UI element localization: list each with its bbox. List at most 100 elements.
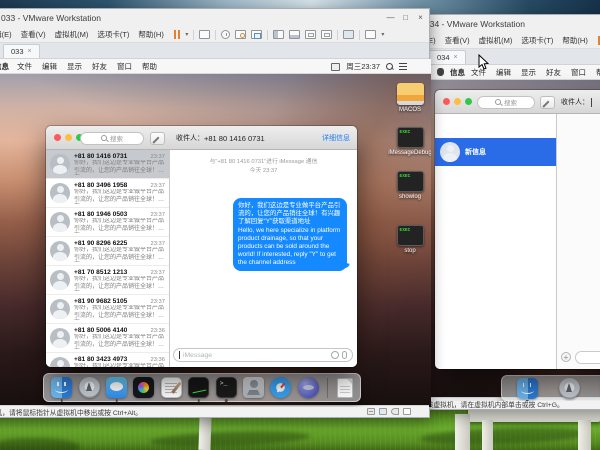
macos-app-name[interactable]: 信息 [0, 61, 9, 72]
spotlight-icon[interactable] [386, 63, 393, 70]
vm-tab-034[interactable]: 034 × [429, 50, 466, 64]
macos-menu-编辑[interactable]: 编辑 [42, 61, 57, 72]
vm-tab-033[interactable]: 033 × [3, 44, 40, 58]
dock-item-installer[interactable] [243, 377, 264, 398]
unity-mode-button[interactable] [321, 30, 332, 39]
snapshot-clock-button[interactable] [221, 30, 230, 39]
dock-item-photos[interactable] [133, 377, 154, 398]
dock-item-launchpad[interactable] [79, 377, 100, 398]
macos-menu-编辑[interactable]: 编辑 [496, 67, 511, 78]
fullscreen-button[interactable] [305, 30, 316, 39]
vmware-menu-查看(V)[interactable]: 查看(V) [445, 35, 470, 46]
vmware-menu-编辑(E)[interactable]: 编辑(E) [0, 29, 12, 40]
vmware-menu-选项卡(T)[interactable]: 选项卡(T) [97, 29, 129, 40]
hard-disk-status-icon[interactable] [367, 408, 375, 415]
running-indicator-dot [526, 400, 529, 402]
macos-menu-窗口[interactable]: 窗口 [117, 61, 132, 72]
search-input[interactable]: 搜索 [477, 96, 535, 109]
vmware-menu-虚拟机(M)[interactable]: 虚拟机(M) [479, 35, 513, 46]
dock-item-finder[interactable] [51, 377, 72, 398]
dock-item-terminal[interactable] [216, 377, 237, 398]
emoji-icon[interactable] [331, 351, 339, 359]
dock-item-activity-monitor[interactable] [188, 377, 209, 398]
minimize-traffic-button[interactable] [65, 134, 72, 141]
snapshot-manager-button[interactable] [251, 30, 262, 39]
search-input[interactable]: 搜索 [80, 132, 144, 145]
sound-status-icon[interactable] [391, 408, 399, 415]
stretch-dropdown-arrow[interactable]: ▾ [381, 31, 384, 38]
macos-menu-好友[interactable]: 好友 [92, 61, 107, 72]
vmware-menu-虚拟机(M)[interactable]: 虚拟机(M) [55, 29, 89, 40]
zoom-traffic-button[interactable] [465, 98, 472, 105]
menubar-clock[interactable]: 周三23:37 [346, 61, 380, 72]
conversation-item[interactable]: +81 80 3423 497323:36你好，我们这边是专业做平台产品引流的，… [46, 353, 169, 367]
message-log-status-icon[interactable] [403, 408, 411, 415]
desktop-icon-MACOS[interactable]: MACOS [391, 83, 429, 114]
compose-button[interactable] [540, 96, 555, 109]
maximize-button[interactable]: □ [398, 9, 413, 26]
conversation-item[interactable]: +81 90 9682 510523:37你好，我们这边是专业做平台产品引流的，… [46, 295, 169, 324]
microphone-icon[interactable] [342, 351, 347, 359]
dock-item-network[interactable] [298, 377, 319, 398]
conversation-item[interactable]: +81 80 1946 050323:37你好，我们这边是专业做平台产品引流的，… [46, 208, 169, 237]
close-button[interactable]: × [413, 9, 428, 26]
dock-item-messages[interactable] [106, 377, 127, 398]
macos-menu-帮助[interactable]: 帮助 [596, 67, 600, 78]
console-thumbnail-button[interactable] [343, 30, 354, 39]
show-library-button[interactable] [273, 30, 284, 39]
add-recipient-button[interactable]: + [561, 352, 571, 362]
tab-close-icon[interactable]: × [28, 48, 32, 55]
macos-menu-帮助[interactable]: 帮助 [142, 61, 157, 72]
conversation-sidebar[interactable]: +81 80 1416 073123:37你好，我们这边是专业做平台产品引流的，… [46, 150, 170, 367]
pause-dropdown-arrow[interactable]: ▾ [185, 31, 188, 38]
desktop-icon-iMessageDebug[interactable]: EXECiMessageDebug [391, 127, 429, 157]
conversation-preview: 你好，我们这边是专业做平台产品引流的，让您的产品销往全球！有… [74, 189, 165, 205]
macos-app-name[interactable]: 信息 [450, 67, 465, 78]
close-traffic-button[interactable] [443, 98, 450, 105]
dock-item-safari[interactable] [270, 377, 291, 398]
vmware-menu-帮助(H)[interactable]: 帮助(H) [562, 35, 587, 46]
conversation-item[interactable]: +81 80 1416 073123:37你好，我们这边是专业做平台产品引流的，… [46, 150, 169, 179]
minimize-traffic-button[interactable] [454, 98, 461, 105]
apple-logo-icon[interactable] [437, 68, 444, 76]
vmware-menu-选项卡(T)[interactable]: 选项卡(T) [521, 35, 553, 46]
conversation-item[interactable]: +81 90 8296 622523:37你好，我们这边是专业做平台产品引流的，… [46, 237, 169, 266]
window-titlebar[interactable]: 034 - VMware Workstation [429, 15, 600, 33]
details-link[interactable]: 详细信息 [322, 133, 350, 143]
free-stretch-button[interactable] [365, 30, 376, 39]
conversation-item[interactable]: +81 80 5006 414023:36你好，我们这边是专业做平台产品引流的，… [46, 324, 169, 353]
dock-item-finder[interactable] [517, 378, 538, 399]
dock-item-textedit[interactable] [161, 377, 182, 398]
macos-menu-显示[interactable]: 显示 [67, 61, 82, 72]
conversation-time: 23:37 [150, 212, 165, 218]
tab-close-icon[interactable]: × [454, 54, 458, 61]
desktop-icon-showlog[interactable]: EXECshowlog [391, 171, 429, 201]
messages-window: 搜索 收件人： 新信息 + [435, 90, 600, 369]
conversation-item-new-message[interactable]: 新信息 [435, 138, 556, 166]
pause-vm-button[interactable] [174, 30, 181, 39]
message-input[interactable] [575, 351, 600, 364]
minimize-button[interactable]: — [383, 9, 398, 26]
network-status-icon[interactable] [379, 408, 387, 415]
macos-menu-文件[interactable]: 文件 [17, 61, 32, 72]
dock-item-document[interactable] [337, 378, 353, 398]
notification-center-icon[interactable] [399, 63, 407, 70]
recipient-value[interactable]: +81 80 1416 0731 [204, 134, 265, 143]
macos-menu-窗口[interactable]: 窗口 [571, 67, 586, 78]
vmware-tools-icon[interactable] [331, 63, 340, 71]
ctrl-alt-del-button[interactable] [199, 30, 210, 39]
vmware-menu-帮助(H)[interactable]: 帮助(H) [138, 29, 163, 40]
desktop-icon-stop[interactable]: EXECstop [391, 225, 429, 255]
compose-button[interactable] [150, 132, 165, 145]
vmware-menu-查看(V)[interactable]: 查看(V) [21, 29, 46, 40]
take-snapshot-button[interactable] [235, 30, 246, 39]
console-view-button[interactable] [289, 30, 300, 39]
window-titlebar[interactable]: 033 - VMware Workstation [0, 9, 429, 27]
conversation-item[interactable]: +81 80 3496 195823:37你好，我们这边是专业做平台产品引流的，… [46, 179, 169, 208]
dock-item-launchpad[interactable] [559, 378, 580, 399]
macos-menu-显示[interactable]: 显示 [521, 67, 536, 78]
conversation-item[interactable]: +81 70 8512 121323:37你好，我们这边是专业做平台产品引流的，… [46, 266, 169, 295]
macos-menu-好友[interactable]: 好友 [546, 67, 561, 78]
close-traffic-button[interactable] [54, 134, 61, 141]
message-input[interactable]: iMessage [173, 348, 353, 362]
